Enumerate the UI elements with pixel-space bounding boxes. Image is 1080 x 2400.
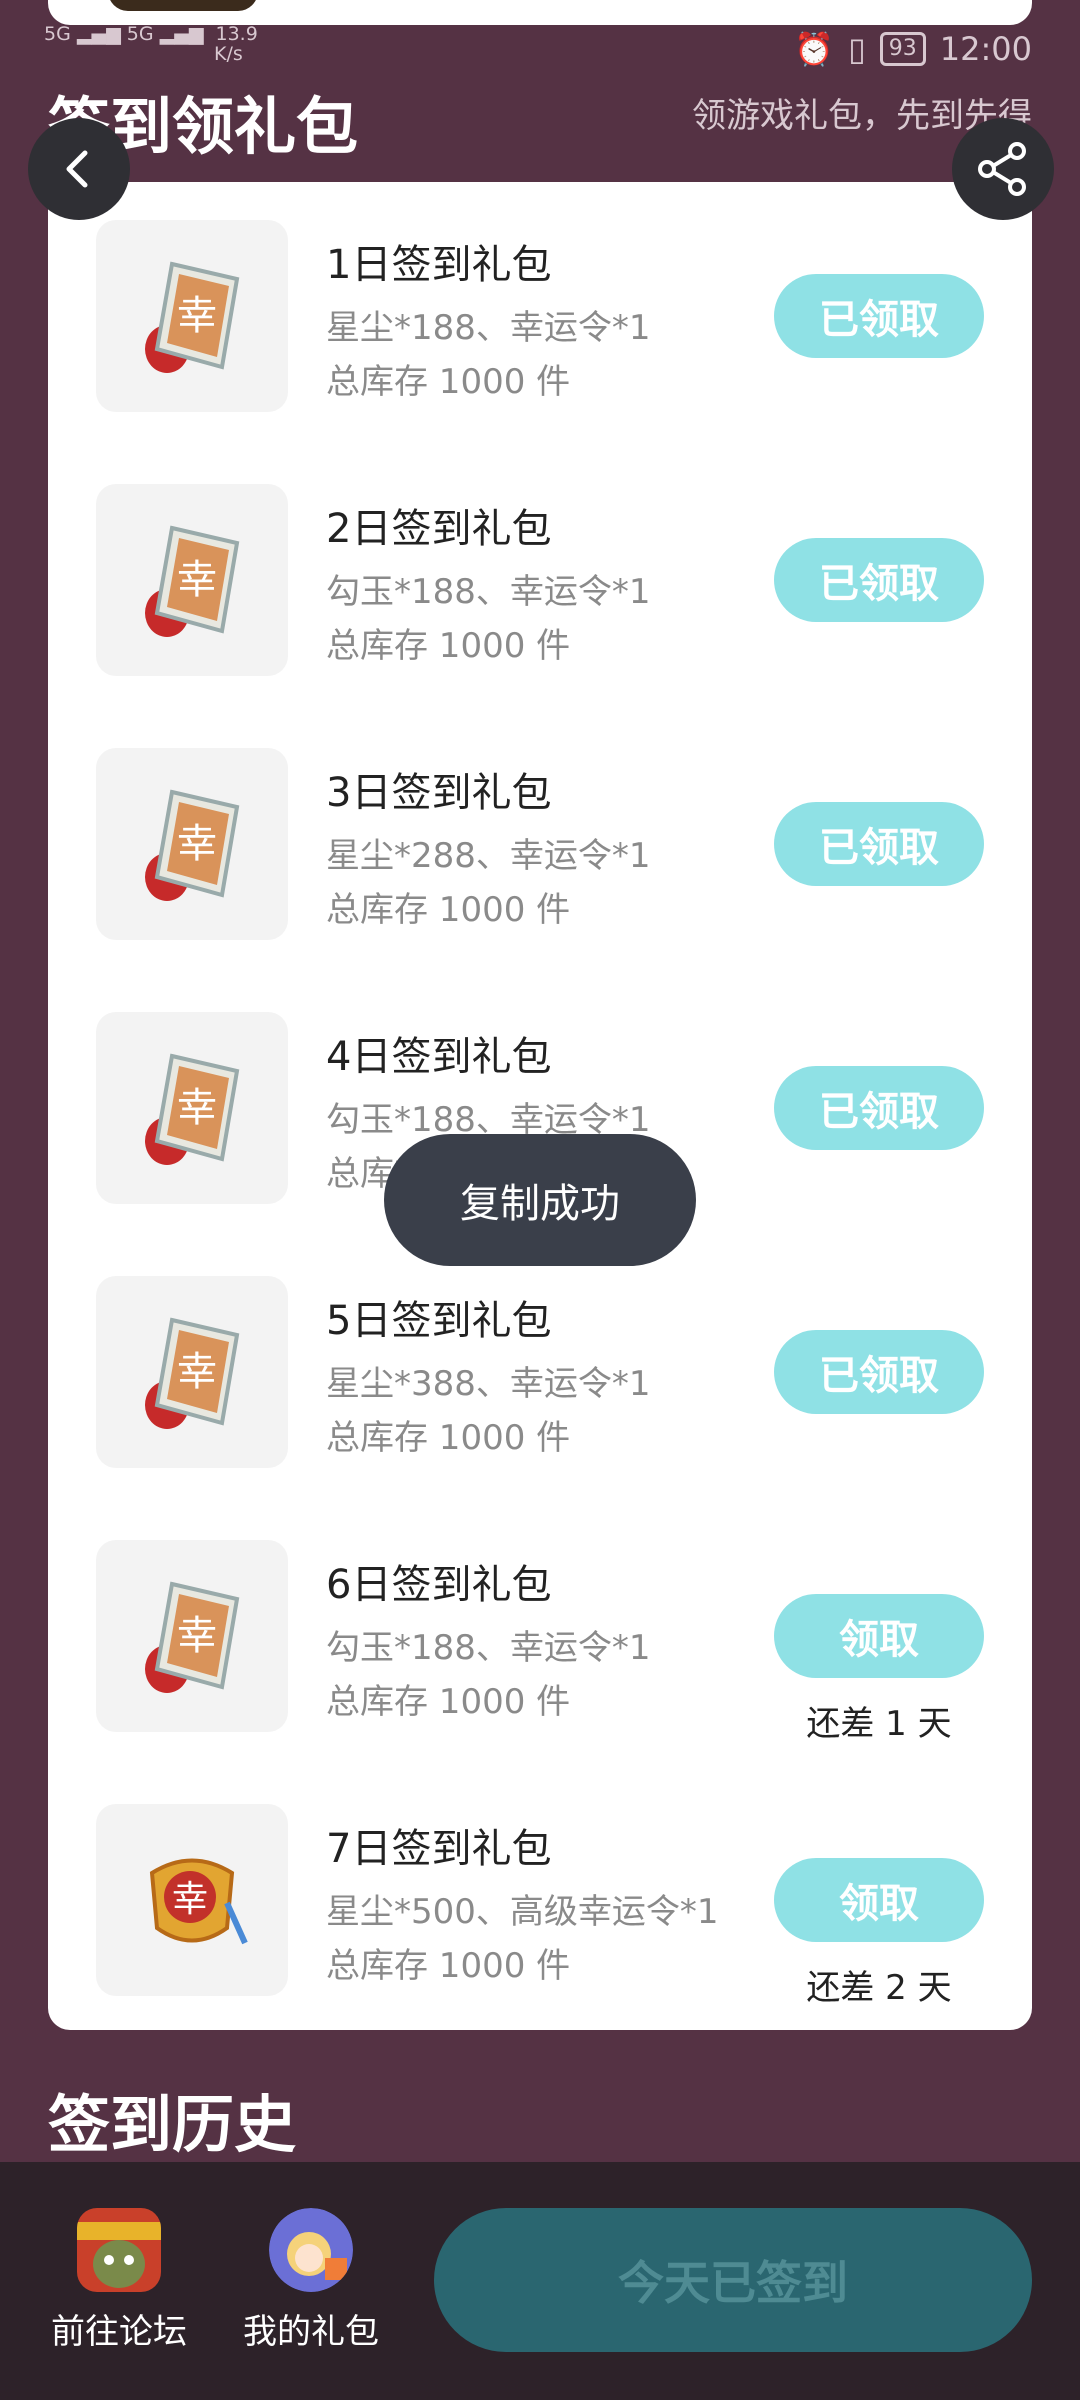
vibrate-icon: ▯ xyxy=(848,30,866,68)
alarm-icon: ⏰ xyxy=(794,30,835,68)
svg-text:幸: 幸 xyxy=(177,821,217,867)
signal-bars-icon: ▂▄▆ xyxy=(159,23,204,45)
gift-stock: 总库存 1000 件 xyxy=(326,626,571,666)
gift-thumbnail: 幸 xyxy=(96,748,288,940)
gift-thumbnail: 幸 xyxy=(96,220,288,412)
gift-stock: 总库存 1000 件 xyxy=(326,890,571,930)
luck-token-icon: 幸 xyxy=(127,1041,257,1175)
days-remaining: 还差 2 天 xyxy=(806,1968,952,2008)
gift-list: 幸 1日签到礼包 星尘*188、幸运令*1 总库存 1000 件已领取幸 2日签到礼包勾… xyxy=(48,182,1032,2030)
gift-stock: 总库存 1000 件 xyxy=(326,1682,571,1722)
signal-bars-icon: ▂▄▆ xyxy=(76,23,121,45)
gift-contents: 勾玉*188、幸运令*1 xyxy=(326,572,651,612)
battery-icon: 93 xyxy=(879,32,926,66)
status-bar: 5G ▂▄▆ 5G ▂▄▆ 13.9 K/s ⏰ ▯ 93 12:00 xyxy=(44,24,1032,78)
gift-row: 幸 1日签到礼包星尘*188、幸运令*1 总库存 1000 件 已领取 xyxy=(48,220,1032,420)
gift-thumbnail: 幸 xyxy=(96,484,288,676)
forum-label: 前往论坛 xyxy=(51,2312,187,2352)
history-title: 签到历史 xyxy=(48,2088,297,2161)
clock: 12:00 xyxy=(939,30,1032,68)
status-signal: 5G ▂▄▆ 5G ▂▄▆ 13.9 K/s xyxy=(44,23,258,65)
svg-text:幸: 幸 xyxy=(172,1879,208,1920)
claim-button[interactable]: 已领取 xyxy=(774,802,984,886)
forum-link[interactable]: 前往论坛 xyxy=(24,2208,214,2353)
gift-row: 幸 7日签到礼包星尘*500、高级幸运令*1 总库存 1000 件 领取还差 2 天 xyxy=(48,1804,1032,2008)
gift-title: 2日签到礼包 xyxy=(326,506,552,552)
gift-contents: 星尘*388、幸运令*1 xyxy=(326,1364,651,1404)
gift-row: 幸 3日签到礼包星尘*288、幸运令*1 总库存 1000 件 已领取 xyxy=(48,748,1032,948)
gift-row: 幸 6日签到礼包勾玉*188、幸运令*1 总库存 1000 件 领取还差 1 天 xyxy=(48,1540,1032,1744)
gift-title: 7日签到礼包 xyxy=(326,1826,552,1872)
gift-title: 5日签到礼包 xyxy=(326,1298,552,1344)
svg-text:幸: 幸 xyxy=(177,1349,217,1395)
gift-row: 幸 2日签到礼包勾玉*188、幸运令*1 总库存 1000 件 已领取 xyxy=(48,484,1032,684)
luck-token-icon: 幸 xyxy=(127,777,257,911)
back-button[interactable] xyxy=(28,118,130,220)
claim-button[interactable]: 领取 xyxy=(774,1858,984,1942)
gift-contents: 星尘*288、幸运令*1 xyxy=(326,836,651,876)
signed-today-button[interactable]: 今天已签到 xyxy=(434,2208,1032,2352)
luck-token-icon: 幸 xyxy=(127,249,257,383)
svg-text:幸: 幸 xyxy=(177,1085,217,1131)
gift-title: 4日签到礼包 xyxy=(326,1034,552,1080)
gift-title: 3日签到礼包 xyxy=(326,770,552,816)
my-gifts-link[interactable]: 我的礼包 xyxy=(216,2208,406,2353)
claim-button[interactable]: 已领取 xyxy=(774,1330,984,1414)
gift-thumbnail: 幸 xyxy=(96,1540,288,1732)
gift-contents: 星尘*500、高级幸运令*1 xyxy=(326,1892,719,1932)
chevron-left-icon xyxy=(66,150,88,188)
net-unit: K/s xyxy=(214,43,243,65)
bottom-bar: 前往论坛 我的礼包 今天已签到 xyxy=(0,2162,1080,2400)
luck-token-icon: 幸 xyxy=(127,513,257,647)
game-avatar-edge xyxy=(108,0,258,11)
gift-contents: 勾玉*188、幸运令*1 xyxy=(326,1628,651,1668)
luck-token-icon: 幸 xyxy=(127,1305,257,1439)
my-gifts-avatar-icon xyxy=(269,2208,353,2292)
svg-text:幸: 幸 xyxy=(177,557,217,603)
previous-card-edge xyxy=(48,0,1032,25)
gift-contents: 星尘*188、幸运令*1 xyxy=(326,308,651,348)
gift-stock: 总库存 1000 件 xyxy=(326,1946,571,1986)
signal-1-label: 5G xyxy=(44,23,71,45)
gift-thumbnail: 幸 xyxy=(96,1804,288,1996)
claim-button[interactable]: 领取 xyxy=(774,1594,984,1678)
gift-title: 6日签到礼包 xyxy=(326,1562,552,1608)
claim-button[interactable]: 已领取 xyxy=(774,538,984,622)
luck-token-icon: 幸 xyxy=(127,1569,257,1703)
share-icon xyxy=(978,142,1026,196)
days-remaining: 还差 1 天 xyxy=(806,1704,952,1744)
status-right: ⏰ ▯ 93 12:00 xyxy=(794,30,1032,68)
gift-thumbnail: 幸 xyxy=(96,1012,288,1204)
toast-message: 复制成功 xyxy=(384,1134,696,1266)
claim-button[interactable]: 已领取 xyxy=(774,1066,984,1150)
my-gifts-label: 我的礼包 xyxy=(243,2312,379,2352)
svg-text:幸: 幸 xyxy=(177,293,217,339)
svg-text:幸: 幸 xyxy=(177,1613,217,1659)
share-button[interactable] xyxy=(952,118,1054,220)
signal-2-label: 5G xyxy=(126,23,154,45)
gift-row: 幸 5日签到礼包星尘*388、幸运令*1 总库存 1000 件 已领取 xyxy=(48,1276,1032,1476)
gift-stock: 总库存 1000 件 xyxy=(326,1418,571,1458)
premium-luck-badge-icon: 幸 xyxy=(127,1833,257,1967)
gift-title: 1日签到礼包 xyxy=(326,242,552,288)
net-speed: 13.9 xyxy=(215,23,258,45)
forum-game-icon xyxy=(77,2208,161,2292)
gift-thumbnail: 幸 xyxy=(96,1276,288,1468)
gift-stock: 总库存 1000 件 xyxy=(326,362,571,402)
claim-button[interactable]: 已领取 xyxy=(774,274,984,358)
